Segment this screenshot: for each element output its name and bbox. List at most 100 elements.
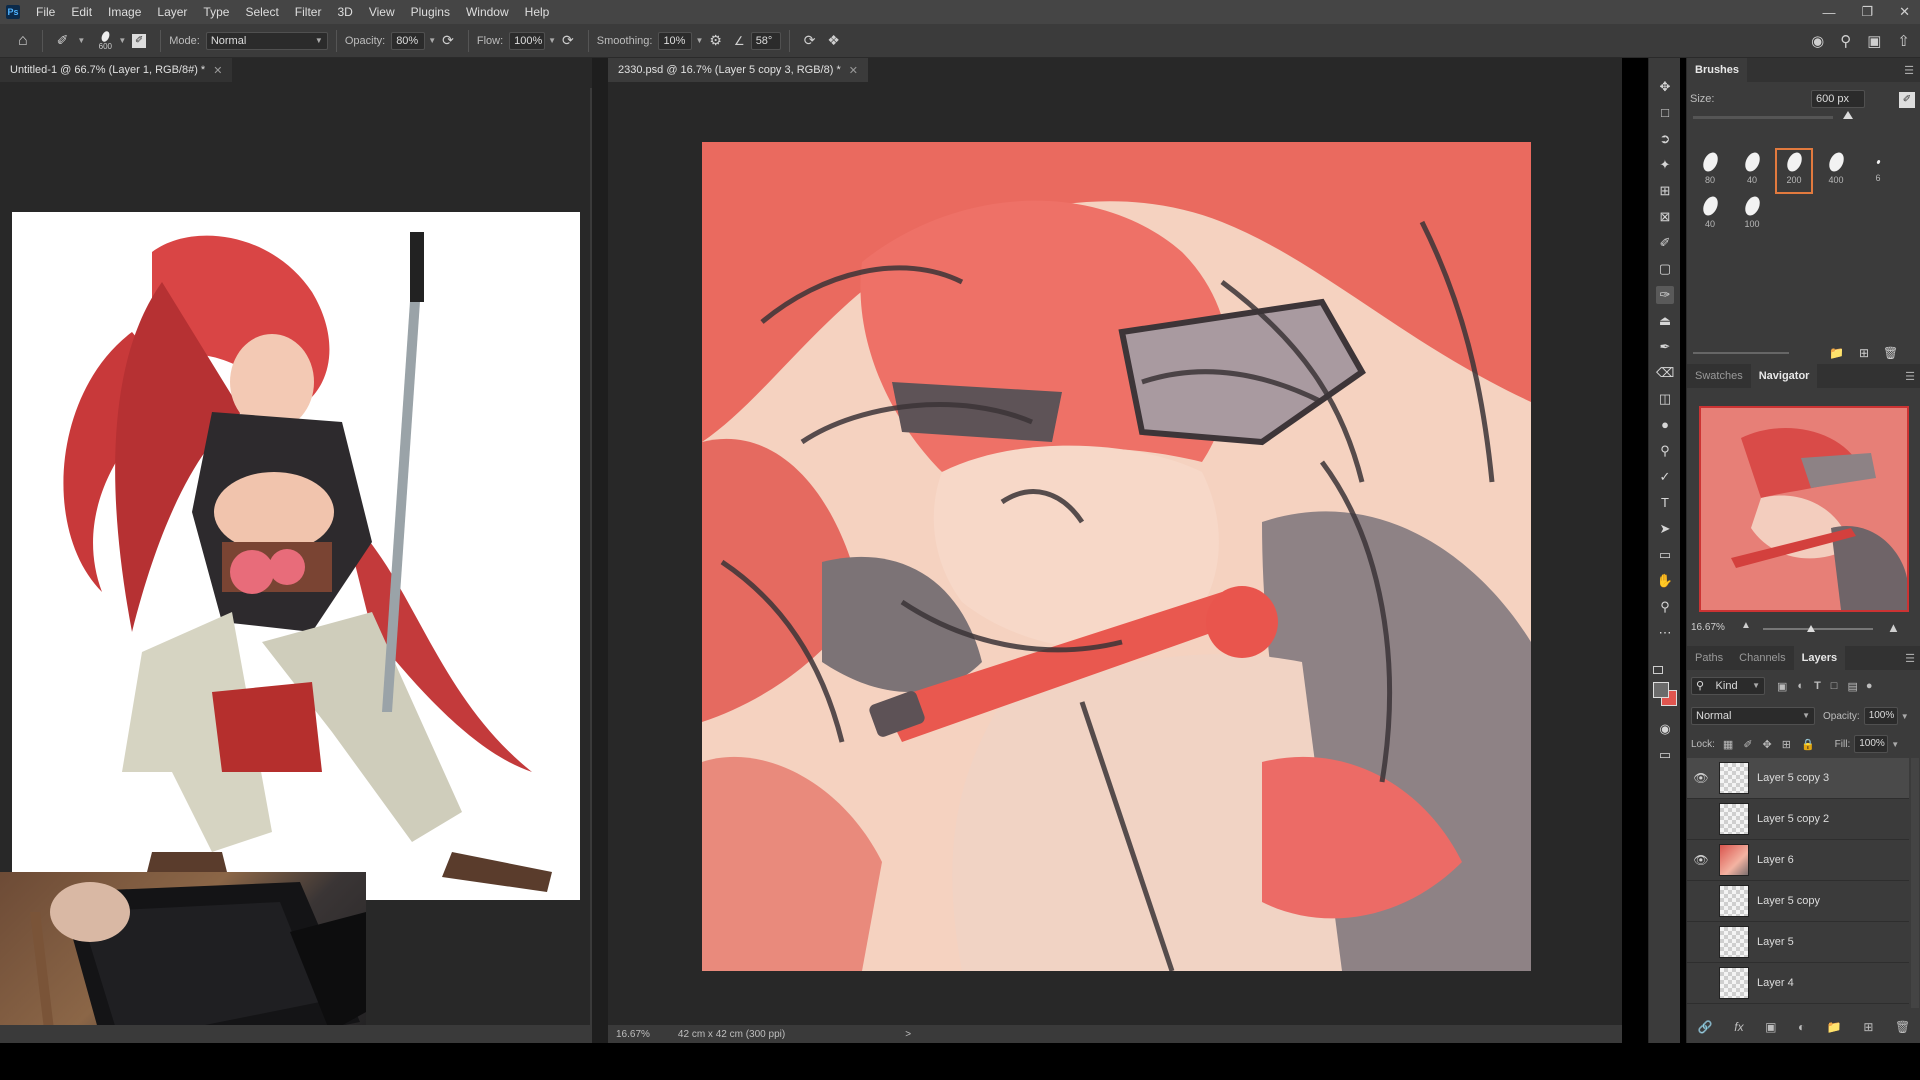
workspace-icon[interactable]: ▣ bbox=[1867, 32, 1881, 50]
navigator-zoom-readout[interactable]: 16.67% bbox=[1691, 622, 1725, 633]
pressure-size-icon[interactable]: ⟳ bbox=[804, 32, 816, 49]
navigator-zoom-slider[interactable] bbox=[1763, 628, 1873, 630]
adjustment-filter-icon[interactable]: ◐ bbox=[1797, 680, 1804, 692]
quick-mask-icon[interactable]: ◉ bbox=[1656, 720, 1674, 738]
close-icon[interactable]: ✕ bbox=[213, 64, 222, 77]
chevron-down-icon[interactable]: ▼ bbox=[1891, 740, 1899, 749]
healing-brush-tool-icon[interactable]: ▢ bbox=[1656, 260, 1674, 278]
new-brush-icon[interactable]: ⊞ bbox=[1859, 346, 1869, 360]
menu-3d[interactable]: 3D bbox=[329, 5, 360, 19]
folder-icon[interactable]: 📁 bbox=[1829, 346, 1844, 360]
brush-settings-icon[interactable]: ✐ bbox=[1899, 92, 1915, 108]
lock-artboard-icon[interactable]: ⊞ bbox=[1782, 738, 1791, 751]
layer-name[interactable]: Layer 5 copy bbox=[1757, 895, 1820, 907]
chevron-down-icon[interactable]: ▼ bbox=[428, 36, 436, 45]
menu-edit[interactable]: Edit bbox=[63, 5, 100, 19]
tab-navigator[interactable]: Navigator bbox=[1750, 364, 1818, 388]
menu-window[interactable]: Window bbox=[458, 5, 517, 19]
more-tools-icon[interactable]: ⋯ bbox=[1656, 624, 1674, 642]
menu-plugins[interactable]: Plugins bbox=[403, 5, 458, 19]
layer-name[interactable]: Layer 5 bbox=[1757, 936, 1794, 948]
chevron-down-icon[interactable]: ▼ bbox=[548, 36, 556, 45]
restore-icon[interactable]: ❐ bbox=[1861, 4, 1873, 20]
marquee-tool-icon[interactable]: □ bbox=[1656, 104, 1674, 122]
lasso-tool-icon[interactable]: ➲ bbox=[1656, 130, 1674, 148]
opacity-field[interactable]: 80% bbox=[391, 31, 426, 50]
paint-bucket-tool-icon[interactable]: ◫ bbox=[1656, 390, 1674, 408]
home-icon[interactable]: ⌂ bbox=[18, 32, 28, 50]
stamp-tool-icon[interactable]: ⏏ bbox=[1656, 312, 1674, 330]
lock-pixels-icon[interactable]: ✐ bbox=[1743, 738, 1752, 751]
share-icon[interactable]: ⇧ bbox=[1897, 32, 1910, 50]
layer-kind-filter[interactable]: ⚲ Kind ▼ bbox=[1691, 677, 1765, 695]
layer-row[interactable]: Layer 5 copy bbox=[1687, 881, 1909, 922]
fill-field[interactable]: 100% bbox=[1854, 735, 1889, 753]
search-icon[interactable]: ⚲ bbox=[1840, 32, 1851, 50]
zoom-tool-icon[interactable]: ⚲ bbox=[1656, 598, 1674, 616]
panel-menu-icon[interactable]: ☰ bbox=[1905, 370, 1915, 383]
trash-icon[interactable]: 🗑 bbox=[1883, 346, 1898, 360]
airbrush-icon[interactable]: ⟳ bbox=[562, 32, 574, 49]
tab-brushes[interactable]: Brushes bbox=[1687, 58, 1748, 82]
layer-row[interactable]: 👁 Layer 5 copy 3 bbox=[1687, 758, 1909, 799]
smoothing-field[interactable]: 10% bbox=[658, 31, 693, 50]
tab-untitled-1[interactable]: Untitled-1 @ 66.7% (Layer 1, RGB/8#) * ✕ bbox=[0, 58, 233, 82]
rectangle-tool-icon[interactable]: ▭ bbox=[1656, 546, 1674, 564]
close-icon[interactable]: ✕ bbox=[849, 64, 858, 77]
menu-image[interactable]: Image bbox=[100, 5, 149, 19]
zoom-out-icon[interactable]: ▲ bbox=[1741, 620, 1751, 631]
brush-tool-icon[interactable]: ✐ bbox=[57, 32, 69, 49]
shape-filter-icon[interactable]: □ bbox=[1831, 680, 1838, 692]
brush-preset[interactable]: 6 bbox=[1861, 150, 1895, 192]
menu-layer[interactable]: Layer bbox=[149, 5, 195, 19]
new-layer-icon[interactable]: ⊞ bbox=[1863, 1020, 1873, 1040]
blur-tool-icon[interactable]: ● bbox=[1656, 416, 1674, 434]
layer-row[interactable]: Layer 5 bbox=[1687, 922, 1909, 963]
frame-tool-icon[interactable]: ⊠ bbox=[1656, 208, 1674, 226]
link-layers-icon[interactable]: 🔗 bbox=[1698, 1020, 1713, 1040]
angle-field[interactable]: 58° bbox=[750, 31, 781, 50]
panel-menu-icon[interactable]: ☰ bbox=[1904, 64, 1914, 77]
slider-thumb[interactable] bbox=[1807, 625, 1815, 632]
panel-menu-icon[interactable]: ☰ bbox=[1905, 652, 1915, 665]
layer-name[interactable]: Layer 4 bbox=[1757, 977, 1794, 989]
layers-scrollbar[interactable] bbox=[1911, 758, 1919, 1008]
drawing-canvas[interactable] bbox=[702, 142, 1531, 971]
menu-file[interactable]: File bbox=[28, 5, 63, 19]
layer-name[interactable]: Layer 6 bbox=[1757, 854, 1794, 866]
history-brush-tool-icon[interactable]: ✒ bbox=[1656, 338, 1674, 356]
layer-opacity-field[interactable]: 100% bbox=[1863, 707, 1898, 725]
pixel-filter-icon[interactable]: ▣ bbox=[1777, 680, 1787, 693]
chevron-down-icon[interactable]: ▼ bbox=[1901, 712, 1909, 721]
brush-tool-icon[interactable]: ✑ bbox=[1656, 286, 1674, 304]
layer-row[interactable]: Layer 4 bbox=[1687, 963, 1909, 1004]
tab-2330-psd[interactable]: 2330.psd @ 16.7% (Layer 5 copy 3, RGB/8)… bbox=[608, 58, 868, 82]
size-slider[interactable] bbox=[1693, 111, 1853, 119]
mode-select[interactable]: Normal ▼ bbox=[205, 31, 328, 50]
chevron-down-icon[interactable]: ▼ bbox=[118, 36, 126, 45]
zoom-readout[interactable]: 16.67% bbox=[616, 1029, 650, 1040]
type-tool-icon[interactable]: T bbox=[1656, 494, 1674, 512]
panel-divider[interactable] bbox=[592, 58, 608, 1043]
menu-filter[interactable]: Filter bbox=[287, 5, 330, 19]
flow-field[interactable]: 100% bbox=[509, 31, 546, 50]
hand-tool-icon[interactable]: ✋ bbox=[1656, 572, 1674, 590]
move-tool-icon[interactable]: ✥ bbox=[1656, 78, 1674, 96]
minimize-icon[interactable]: — bbox=[1822, 5, 1835, 20]
brush-preset[interactable]: 80 bbox=[1693, 150, 1727, 192]
eraser-tool-icon[interactable]: ⌫ bbox=[1656, 364, 1674, 382]
brush-preset[interactable]: 40 bbox=[1735, 150, 1769, 192]
tab-paths[interactable]: Paths bbox=[1687, 646, 1731, 670]
trash-icon[interactable]: 🗑 bbox=[1895, 1020, 1910, 1040]
lock-transparency-icon[interactable]: ▦ bbox=[1723, 738, 1733, 751]
chevron-down-icon[interactable]: ▼ bbox=[695, 36, 703, 45]
layer-name[interactable]: Layer 5 copy 2 bbox=[1757, 813, 1829, 825]
dodge-tool-icon[interactable]: ⚲ bbox=[1656, 442, 1674, 460]
screen-mode-icon[interactable]: ▭ bbox=[1656, 746, 1674, 764]
default-colors-icon[interactable] bbox=[1653, 666, 1663, 674]
magic-wand-tool-icon[interactable]: ✦ bbox=[1656, 156, 1674, 174]
adjustment-layer-icon[interactable]: ◐ bbox=[1798, 1020, 1805, 1040]
zoom-in-icon[interactable]: ▲ bbox=[1887, 620, 1900, 635]
chevron-down-icon[interactable]: ▼ bbox=[77, 36, 85, 45]
visibility-eye-icon[interactable]: 👁 bbox=[1687, 853, 1715, 867]
